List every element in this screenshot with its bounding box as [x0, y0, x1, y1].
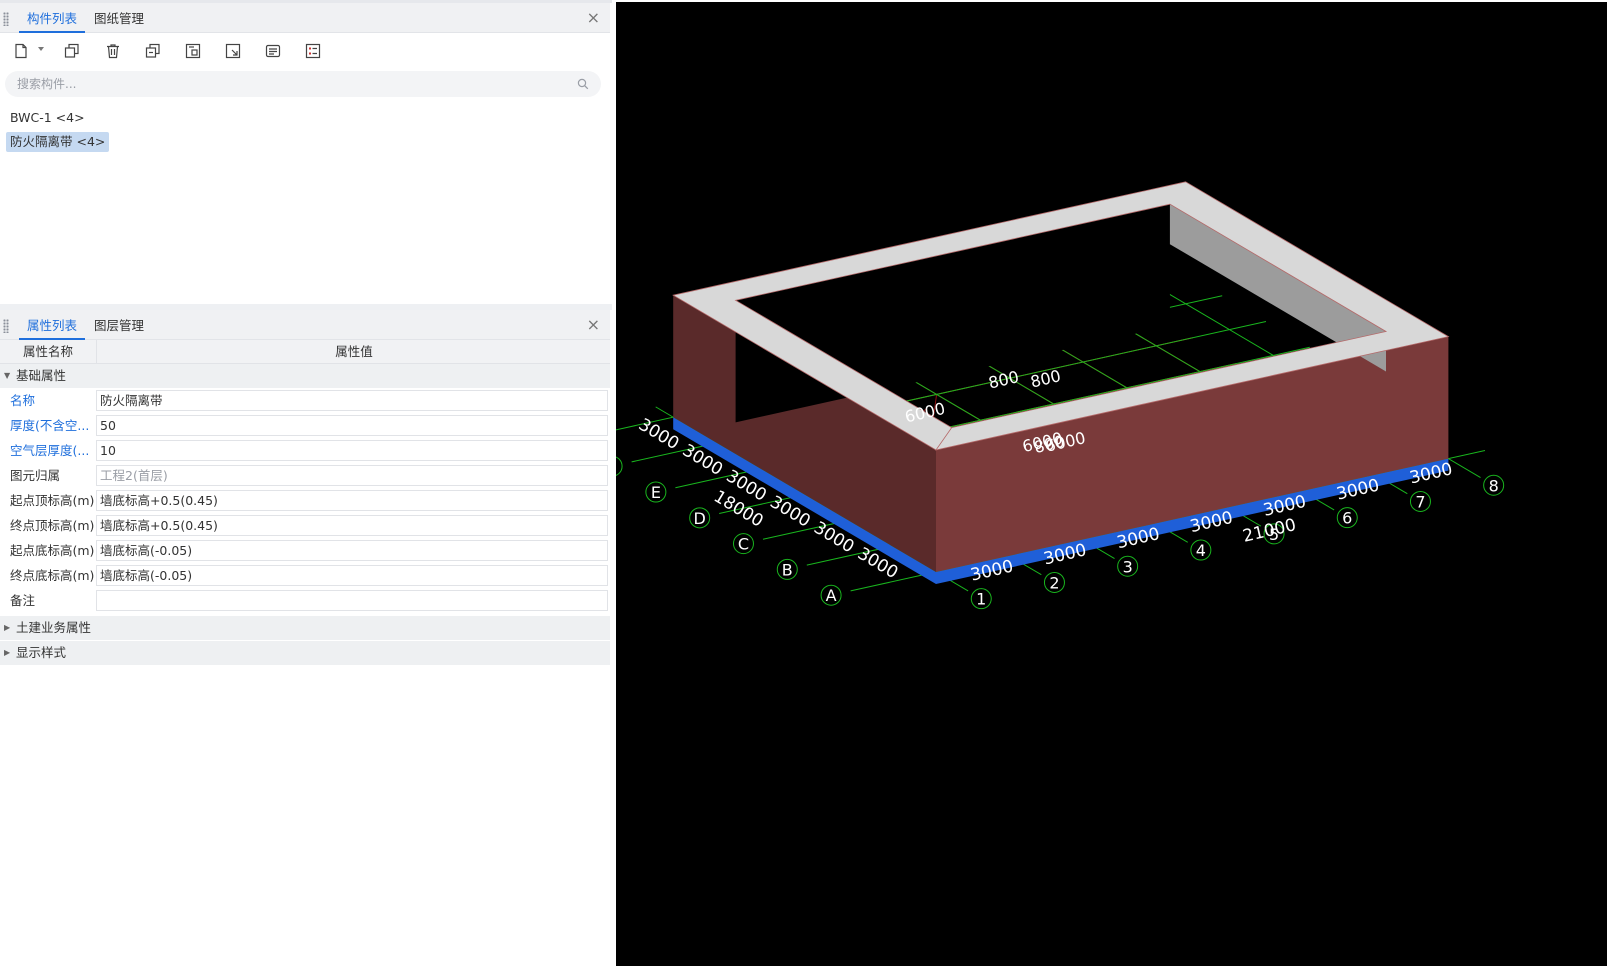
- property-name: 起点顶标高(m): [10, 493, 95, 508]
- inner-dimension-label: 800: [1029, 366, 1063, 391]
- list-button[interactable]: [298, 37, 328, 65]
- search-icon[interactable]: [577, 78, 589, 90]
- property-row: 名称 防火隔离带: [0, 388, 610, 413]
- column-header-name: 属性名称: [22, 344, 73, 359]
- close-icon[interactable]: ×: [587, 316, 600, 334]
- axis-bubble-number: 4: [1196, 541, 1206, 560]
- property-row: 图元归属 工程2(首层): [0, 463, 610, 488]
- property-value-field[interactable]: [96, 590, 608, 611]
- axis-bubble-number: 3: [1123, 557, 1133, 576]
- property-value-field[interactable]: 墙底标高+0.5(0.45): [96, 515, 608, 536]
- property-name: 终点顶标高(m): [10, 518, 95, 533]
- delete-icon: [107, 44, 119, 59]
- drag-grip-icon[interactable]: [3, 319, 9, 333]
- column-header-value: 属性值: [96, 340, 611, 364]
- tab-layer-management[interactable]: 图层管理: [94, 310, 144, 340]
- copy-button[interactable]: [57, 37, 87, 65]
- list-icon: [305, 43, 321, 59]
- property-name: 厚度(不含空...: [10, 418, 90, 433]
- floor-copy-icon: [185, 43, 201, 59]
- component-panel-header: 构件列表 图纸管理 ×: [0, 3, 610, 33]
- delete-button[interactable]: [98, 37, 128, 65]
- property-name: 终点底标高(m): [10, 568, 95, 583]
- component-item-bwc1[interactable]: BWC-1 <4>: [6, 108, 89, 128]
- tab-drawing-management[interactable]: 图纸管理: [94, 3, 144, 33]
- new-component-button[interactable]: [6, 37, 36, 65]
- axis-bubble-letter: F: [616, 457, 617, 476]
- 3d-viewport[interactable]: 1 3000 2 3000 3 3000 4 3000 5 3000 6 3000 7 3000 8 A 300…: [616, 2, 1607, 966]
- property-row: 厚度(不含空... 50: [0, 413, 610, 438]
- inner-dimension-label: 800: [987, 367, 1021, 392]
- group-civil-properties[interactable]: ▶ 土建业务属性: [0, 616, 610, 640]
- layer-copy-icon: [145, 43, 160, 58]
- drag-grip-icon[interactable]: [3, 12, 9, 26]
- group-label: 基础属性: [16, 368, 67, 383]
- property-value-field[interactable]: 墙底标高(-0.05): [96, 540, 608, 561]
- axis-bubble-letter: D: [694, 509, 706, 528]
- property-panel-header: 属性列表 图层管理 ×: [0, 310, 610, 340]
- property-name: 名称: [10, 393, 36, 408]
- component-toolbar: [0, 34, 610, 70]
- group-label: 显示样式: [16, 645, 67, 660]
- search-input[interactable]: [5, 71, 601, 97]
- axis-bubble-letter: A: [826, 586, 837, 605]
- floor-copy-button[interactable]: [178, 37, 208, 65]
- component-item-fire-barrier[interactable]: 防火隔离带 <4>: [6, 132, 110, 152]
- axis-bubble-letter-bubble: [616, 456, 623, 476]
- property-table-header: 属性名称 属性值: [0, 340, 610, 364]
- property-name: 空气层厚度(...: [10, 443, 90, 458]
- new-component-icon: [15, 43, 27, 59]
- text-button[interactable]: [258, 37, 288, 65]
- property-row: 备注: [0, 588, 610, 613]
- tab-component-list[interactable]: 构件列表: [18, 3, 86, 33]
- property-name: 备注: [10, 593, 36, 608]
- property-name: 起点底标高(m): [10, 543, 95, 558]
- chevron-down-icon[interactable]: [38, 47, 44, 51]
- axis-bubble-letter: C: [738, 535, 749, 554]
- property-value-field[interactable]: 墙底标高+0.5(0.45): [96, 490, 608, 511]
- axis-bubble-number: 6: [1342, 509, 1352, 528]
- property-row: 起点底标高(m) 墙底标高(-0.05): [0, 538, 610, 563]
- property-value-field[interactable]: 10: [96, 440, 608, 461]
- property-row: 终点底标高(m) 墙底标高(-0.05): [0, 563, 610, 588]
- property-row: 空气层厚度(... 10: [0, 438, 610, 463]
- import-icon: [225, 43, 241, 59]
- axis-bubble-number: 8: [1489, 476, 1499, 495]
- 3d-scene[interactable]: 13000 23000 33000 43000 53000 63000 73000 8A300…: [616, 2, 1607, 966]
- expand-arrow-icon: ▼: [4, 371, 11, 380]
- property-row: 终点顶标高(m) 墙底标高+0.5(0.45): [0, 513, 610, 538]
- collapse-arrow-icon: ▶: [4, 648, 11, 657]
- group-label: 土建业务属性: [16, 620, 92, 635]
- tab-property-list[interactable]: 属性列表: [18, 310, 86, 340]
- property-value-field[interactable]: 墙底标高(-0.05): [96, 565, 608, 586]
- close-icon[interactable]: ×: [587, 9, 600, 27]
- text-icon: [265, 44, 281, 58]
- copy-icon: [64, 43, 79, 58]
- property-row: 起点顶标高(m) 墙底标高+0.5(0.45): [0, 488, 610, 513]
- property-value-field[interactable]: 50: [96, 415, 608, 436]
- property-value-field: 工程2(首层): [96, 465, 608, 486]
- axis-bubble-number: 1: [976, 590, 986, 609]
- axis-bubble-letter: B: [782, 560, 793, 579]
- axis-bubble-number: 7: [1415, 492, 1425, 511]
- property-name: 图元归属: [10, 468, 61, 483]
- left-dock: 构件列表 图纸管理 × BWC-1 <4> 防火隔离带 <: [0, 0, 612, 966]
- axis-bubble-number: 2: [1049, 573, 1059, 592]
- group-basic-properties[interactable]: ▼ 基础属性: [0, 364, 610, 388]
- axis-bubble-letter: E: [651, 483, 661, 502]
- import-button[interactable]: [218, 37, 248, 65]
- property-value-field[interactable]: 防火隔离带: [96, 390, 608, 411]
- group-display-style[interactable]: ▶ 显示样式: [0, 641, 610, 665]
- layer-copy-button[interactable]: [138, 37, 168, 65]
- collapse-arrow-icon: ▶: [4, 623, 11, 632]
